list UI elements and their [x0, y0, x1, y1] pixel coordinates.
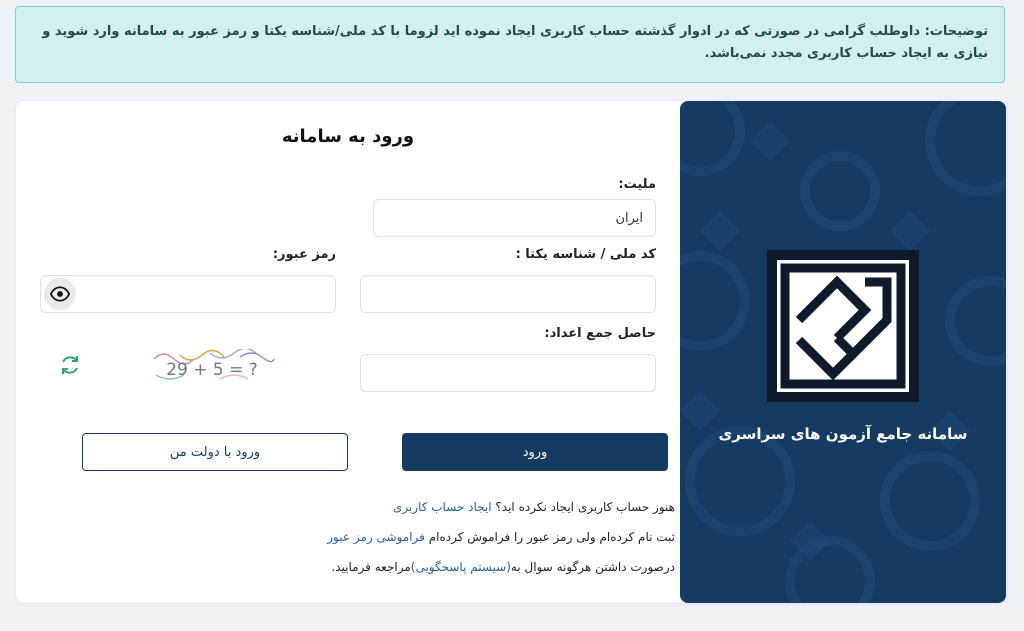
nationality-label: ملیت: — [618, 177, 656, 192]
create-account-line: هنوز حساب کاربری ایجاد نکرده اید؟ ایجاد … — [393, 500, 675, 514]
refresh-icon[interactable] — [58, 353, 82, 377]
no-account-text: هنوز حساب کاربری ایجاد نکرده اید؟ — [495, 500, 675, 514]
support-line: درصورت داشتن هرگونه سوال به(سیستم پاسخگو… — [331, 560, 675, 574]
forgot-password-line: ثبت نام کرده‌ام ولی رمز عبور را فراموش ک… — [327, 530, 675, 544]
password-label: رمز عبور: — [272, 247, 336, 262]
support-prefix: درصورت داشتن هرگونه سوال به — [510, 560, 675, 574]
notice-text: توضیحات: داوطلب گرامی در صورتی که در ادو… — [42, 24, 988, 61]
brand-logo — [767, 250, 919, 402]
national-code-input[interactable] — [360, 275, 656, 313]
dolat-man-login-button[interactable]: ورود با دولت من — [82, 433, 348, 471]
support-suffix: مراجعه فرمایید. — [331, 560, 411, 574]
support-link[interactable]: (سیستم پاسخگویی) — [411, 560, 511, 574]
captcha-image: 29 + 5 = ? — [150, 347, 275, 387]
national-code-label: کد ملی / شناسه یکتا : — [515, 247, 656, 262]
eye-icon — [50, 286, 70, 302]
nationality-select[interactable]: ایران — [373, 199, 656, 237]
forgot-password-link[interactable]: فراموشی رمز عبور — [327, 530, 425, 544]
nationality-value: ایران — [615, 210, 643, 226]
create-account-link[interactable]: ایجاد حساب کاربری — [393, 500, 492, 514]
sum-label: حاصل جمع اعداد: — [544, 326, 656, 341]
login-button[interactable]: ورود — [402, 433, 668, 471]
show-password-button[interactable] — [44, 278, 76, 310]
brand-title: سامانه جامع آزمون های سراسری — [718, 425, 968, 443]
captcha-answer-input[interactable] — [360, 354, 656, 392]
forgot-text: ثبت نام کرده‌ام ولی رمز عبور را فراموش ک… — [428, 530, 675, 544]
brand-panel: سامانه جامع آزمون های سراسری — [680, 101, 1006, 603]
info-notice: توضیحات: داوطلب گرامی در صورتی که در ادو… — [15, 6, 1005, 83]
captcha-text: 29 + 5 = ? — [166, 360, 258, 380]
logo-icon — [780, 263, 906, 389]
form-title: ورود به سامانه — [281, 126, 415, 147]
password-input[interactable] — [40, 275, 336, 313]
